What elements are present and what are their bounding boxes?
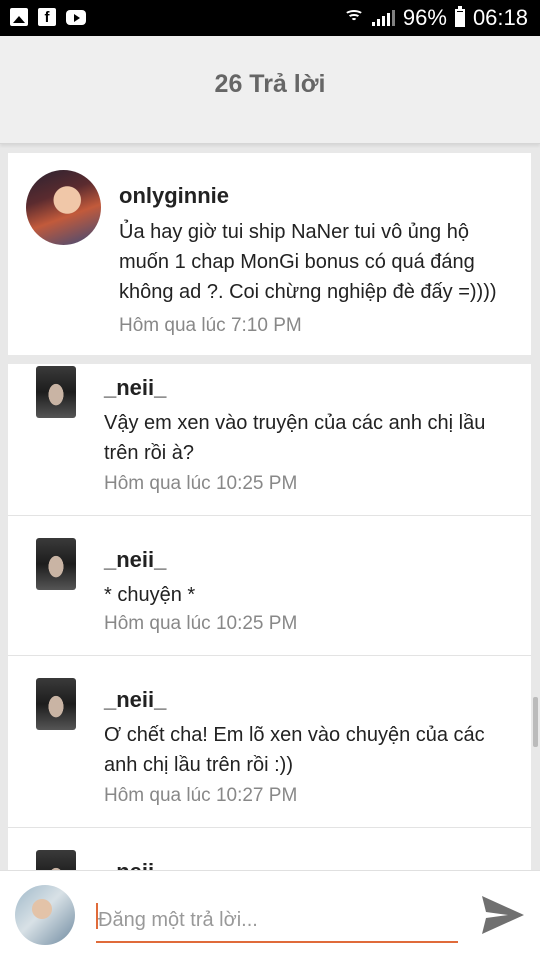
avatar[interactable] (36, 678, 76, 730)
reply-text: * chuyện * (104, 584, 196, 606)
battery-icon (454, 6, 465, 27)
comment-text: Ủa hay giờ tui ship NaNer tui vô ủng hộ … (119, 221, 497, 303)
reply-text: Ơ chết cha! Em lõ xen vào chuyện của các… (104, 724, 485, 776)
avatar[interactable] (26, 170, 101, 245)
reply-username[interactable]: _neii_ (104, 859, 166, 870)
scrollbar[interactable] (533, 697, 538, 747)
reply-username[interactable]: _neii_ (104, 687, 166, 713)
youtube-icon (66, 9, 86, 25)
list-item[interactable]: _neii_ (8, 828, 531, 870)
avatar[interactable] (36, 538, 76, 590)
send-button[interactable] (478, 893, 526, 937)
wifi-icon (343, 9, 364, 27)
reply-text: Vậy em xen vào truyện của các anh chị lầ… (104, 412, 486, 464)
status-bar: f 96% 06:18 (0, 0, 540, 36)
reply-timestamp: Hôm qua lúc 10:25 PM (104, 613, 298, 634)
text-cursor (96, 903, 98, 929)
page-title: 26 Trả lời (214, 70, 326, 98)
list-item[interactable]: _neii_ * chuyện * Hôm qua lúc 10:25 PM (8, 516, 531, 656)
comment-timestamp: Hôm qua lúc 7:10 PM (119, 315, 302, 336)
avatar[interactable] (36, 850, 76, 870)
list-item[interactable]: _neii_ Vậy em xen vào truyện của các anh… (8, 364, 531, 516)
avatar[interactable] (36, 366, 76, 418)
reply-list[interactable]: _neii_ Vậy em xen vào truyện của các anh… (8, 364, 531, 870)
battery-percent: 96% (402, 5, 447, 30)
header: 26 Trả lời (0, 36, 540, 144)
signal-icon (371, 10, 395, 26)
notification-icons: f (10, 8, 86, 26)
reply-timestamp: Hôm qua lúc 10:27 PM (104, 785, 298, 806)
main-comment[interactable]: onlyginnie Ủa hay giờ tui ship NaNer tui… (8, 153, 531, 355)
reply-input[interactable] (96, 899, 458, 943)
list-item[interactable]: _neii_ Ơ chết cha! Em lõ xen vào chuyện … (8, 656, 531, 828)
reply-composer (0, 870, 540, 960)
reply-username[interactable]: _neii_ (104, 375, 166, 401)
system-icons: 96% 06:18 (343, 5, 528, 31)
avatar[interactable] (15, 885, 75, 945)
gallery-icon (10, 8, 28, 26)
send-icon (482, 896, 524, 934)
clock: 06:18 (472, 5, 528, 30)
reply-timestamp: Hôm qua lúc 10:25 PM (104, 473, 298, 494)
facebook-icon: f (38, 8, 56, 26)
comment-username[interactable]: onlyginnie (119, 183, 229, 209)
reply-username[interactable]: _neii_ (104, 547, 166, 573)
